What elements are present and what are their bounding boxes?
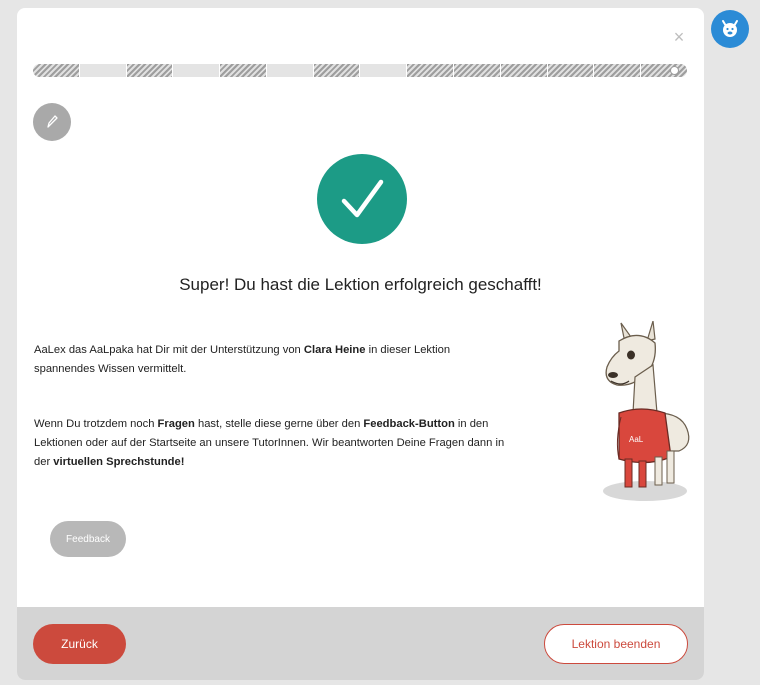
text: AaLex das AaLpaka hat Dir mit der Unters… — [34, 344, 304, 356]
edit-pencil-button[interactable] — [33, 103, 71, 141]
progress-segment-done — [33, 64, 79, 77]
emphasis: Feedback-Button — [363, 418, 455, 430]
progress-segment-todo — [360, 64, 407, 77]
progress-segment-todo — [79, 64, 126, 77]
emphasis: virtuellen Sprechstunde! — [53, 456, 185, 468]
alpaca-face-icon — [722, 20, 738, 37]
feedback-button[interactable]: Feedback — [50, 521, 126, 557]
progress-segment-todo — [266, 64, 313, 77]
progress-segment-done — [641, 64, 687, 77]
success-title: Super! Du hast die Lektion erfolgreich g… — [179, 275, 542, 294]
progress-segment-done — [547, 64, 594, 77]
progress-segment-done — [313, 64, 360, 77]
alpaca-avatar-button[interactable] — [711, 10, 749, 48]
alpaca-mascot-illustration: AaL — [603, 321, 690, 501]
success-check-badge — [317, 154, 407, 244]
finish-lesson-button[interactable]: Lektion beenden — [544, 624, 688, 664]
progress-segment-done — [454, 64, 500, 77]
progress-segment-done — [220, 64, 266, 77]
author-name: Clara Heine — [303, 344, 366, 356]
progress-segment-done — [407, 64, 454, 77]
lesson-progress-bar — [33, 64, 687, 77]
emphasis: Fragen — [157, 418, 195, 430]
pencil-icon — [47, 115, 58, 128]
progress-segment-done — [594, 64, 641, 77]
checkmark-icon — [341, 179, 384, 218]
current-position-marker — [669, 66, 679, 75]
svg-text:AaL: AaL — [629, 435, 644, 444]
lesson-complete-modal: × Super! Du hast die Lektion erfolgreich… — [17, 8, 704, 680]
text: Wenn Du trotzdem noch — [34, 418, 158, 430]
credits-paragraph: AaLex das AaLpaka hat Dir mit der Unters… — [34, 341, 514, 379]
progress-segment-done — [500, 64, 547, 77]
progress-segment-todo — [173, 64, 220, 77]
progress-segment-done — [126, 64, 173, 77]
close-icon[interactable]: × — [672, 28, 686, 46]
questions-paragraph: Wenn Du trotzdem noch Fragen hast, stell… — [34, 415, 514, 472]
text: hast, stelle diese gerne über den — [194, 418, 364, 430]
modal-footer: Zurück Lektion beenden — [17, 607, 704, 680]
back-button[interactable]: Zurück — [33, 624, 126, 664]
